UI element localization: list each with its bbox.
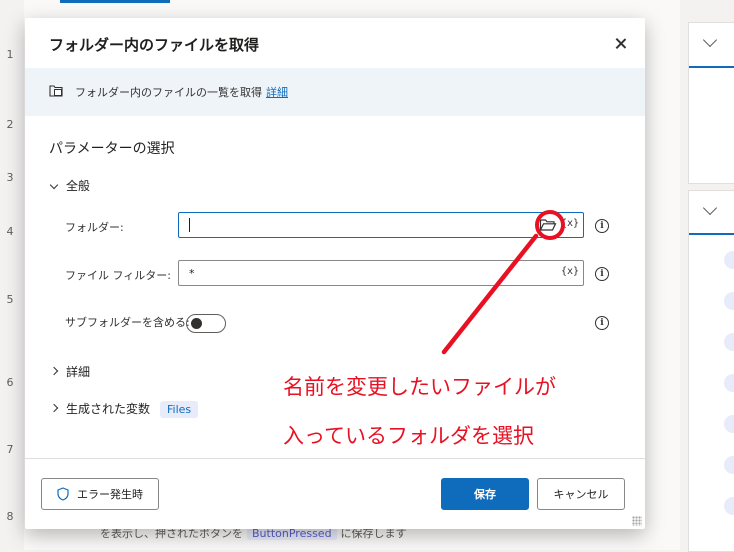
info-banner: フォルダー内のファイルの一覧を取得 詳細: [25, 68, 645, 116]
get-files-in-folder-dialog: フォルダー内のファイルを取得 フォルダー内のファイルの一覧を取得 詳細 パラメータ…: [25, 18, 645, 529]
chevron-down-icon[interactable]: [702, 32, 718, 48]
details-link[interactable]: 詳細: [266, 86, 288, 99]
folder-files-icon: [49, 85, 63, 97]
line-number: 2: [6, 118, 14, 131]
line-number: 1: [6, 48, 14, 61]
chevron-down-icon: [49, 180, 59, 190]
general-group-header[interactable]: 全般: [49, 177, 90, 194]
include-subfolders-toggle[interactable]: [186, 314, 226, 333]
chevron-right-icon: [49, 403, 59, 413]
include-subfolders-label: サブフォルダーを含める:: [65, 316, 190, 329]
variable-button[interactable]: {x}: [561, 218, 579, 229]
generated-variables-header[interactable]: 生成された変数 Files: [49, 400, 199, 418]
annotation-text-line1: 名前を変更したいファイルが: [283, 375, 556, 399]
folder-open-icon[interactable]: [539, 217, 557, 233]
cancel-button[interactable]: キャンセル: [537, 478, 625, 510]
folder-label: フォルダー:: [65, 221, 124, 234]
variables-panel-section[interactable]: [688, 22, 734, 184]
variable-button[interactable]: {x}: [561, 266, 579, 277]
files-variable-chip[interactable]: Files: [160, 401, 199, 418]
line-number: 7: [6, 443, 14, 456]
shield-icon: [57, 487, 69, 501]
save-button[interactable]: 保存: [441, 478, 529, 510]
dialog-title: フォルダー内のファイルを取得: [49, 36, 260, 54]
line-number: 8: [6, 510, 14, 523]
line-number: 4: [6, 225, 14, 238]
advanced-group-header[interactable]: 詳細: [49, 363, 90, 380]
info-icon[interactable]: i: [595, 219, 609, 233]
section-title: パラメーターの選択: [49, 141, 175, 157]
file-filter-input[interactable]: * {x}: [178, 260, 584, 286]
active-tab-indicator: [60, 0, 170, 3]
info-icon[interactable]: i: [595, 267, 609, 281]
annotation-text-line2: 入っているフォルダを選択: [283, 424, 534, 448]
line-number: 5: [6, 293, 14, 306]
footer-divider: [25, 458, 645, 459]
close-icon[interactable]: [611, 34, 631, 54]
info-text: フォルダー内のファイルの一覧を取得: [75, 86, 262, 99]
file-filter-value: *: [189, 267, 195, 280]
line-number: 6: [6, 376, 14, 389]
line-number: 3: [6, 171, 14, 184]
info-icon[interactable]: i: [595, 316, 609, 330]
folder-input[interactable]: {x}: [178, 212, 584, 238]
chevron-right-icon: [49, 366, 59, 376]
chevron-down-icon[interactable]: [702, 200, 718, 216]
toggle-knob: [191, 318, 202, 329]
resize-grip[interactable]: [632, 516, 642, 526]
file-filter-label: ファイル フィルター:: [65, 269, 171, 282]
text-caret: [189, 218, 190, 232]
line-number-gutter: 1 2 3 4 5 6 7 8: [0, 0, 24, 550]
on-error-button[interactable]: エラー発生時: [41, 478, 159, 510]
